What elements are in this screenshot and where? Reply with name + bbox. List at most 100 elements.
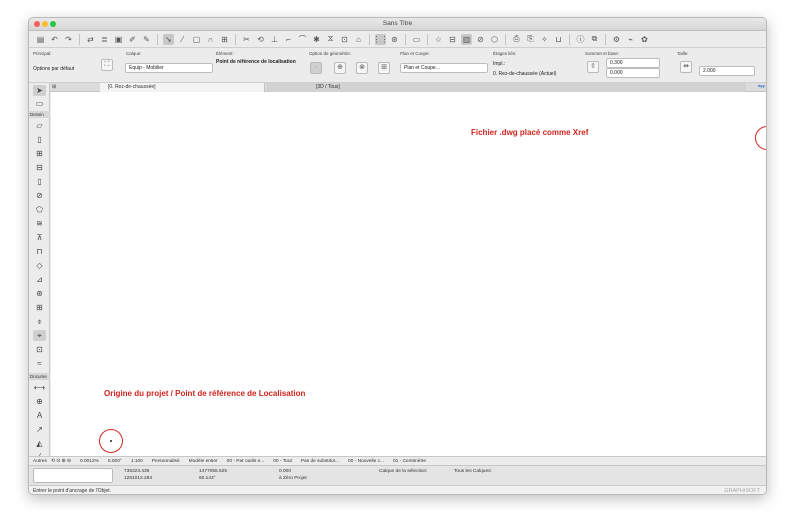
- offset-icon[interactable]: ⟲: [255, 34, 266, 45]
- text-tool-icon[interactable]: A: [33, 410, 46, 421]
- snap-grid-icon[interactable]: ⋮⋮: [373, 33, 389, 45]
- dy-value[interactable]: 1281012.283: [124, 476, 152, 481]
- column-tool-icon[interactable]: ▯: [33, 134, 46, 145]
- da-value[interactable]: 60.143°: [199, 476, 216, 481]
- publish-icon[interactable]: ⎙: [511, 34, 522, 45]
- morph-tool-icon[interactable]: ◇: [33, 260, 46, 271]
- zone-tool-icon[interactable]: ⊛: [33, 288, 46, 299]
- tab-options-icon[interactable]: ⇆▾: [750, 83, 766, 92]
- geometry-box-icon[interactable]: ⊞: [378, 62, 390, 74]
- wall-tool-icon[interactable]: ▱: [33, 120, 46, 131]
- trim-icon[interactable]: ⊥: [269, 34, 280, 45]
- dimension-value[interactable]: 01 - Centimètre: [393, 459, 426, 464]
- geometry-point-icon[interactable]: ·: [310, 62, 322, 74]
- arrow-tool-icon[interactable]: ➘: [163, 33, 174, 45]
- principal-value[interactable]: Options par défaut: [33, 66, 74, 72]
- layers-icon[interactable]: ≣: [99, 34, 110, 45]
- arrow-tool-icon[interactable]: ➤: [33, 85, 46, 96]
- lamp-tool-icon[interactable]: ⌽: [33, 316, 46, 327]
- scale-value[interactable]: 1:100: [131, 459, 143, 464]
- coord-tools[interactable]: [33, 468, 113, 483]
- settings-icon[interactable]: ⚙: [611, 34, 622, 45]
- dz-value[interactable]: 0.000: [279, 469, 291, 474]
- label-tool-icon[interactable]: ↗: [33, 424, 46, 435]
- shell-tool-icon[interactable]: ≋: [33, 218, 46, 229]
- skylight-tool-icon[interactable]: ⊼: [33, 232, 46, 243]
- navigator-icon[interactable]: ⊟: [447, 34, 458, 45]
- sommet-base-field[interactable]: 0.000: [606, 68, 660, 78]
- tab-floor-plan[interactable]: [0. Rez-de-chaussée]: [100, 83, 265, 92]
- taille-field[interactable]: 2.000: [699, 66, 755, 76]
- slab-tool-icon[interactable]: ⊟: [33, 162, 46, 173]
- dr-value[interactable]: 1477055.525: [199, 469, 227, 474]
- dx-value[interactable]: 735323.436: [124, 469, 149, 474]
- geometry-rotate-icon[interactable]: ⊕: [334, 62, 346, 74]
- location-point-tool-icon[interactable]: ⌖: [33, 330, 46, 341]
- view-icon[interactable]: ▣: [113, 34, 124, 45]
- angle-value[interactable]: 0.000°: [108, 459, 122, 464]
- teamwork-icon[interactable]: ⇄: [85, 34, 96, 45]
- plan-button[interactable]: Plan et Coupe...: [400, 63, 488, 73]
- fill-tool-icon[interactable]: ◭: [33, 438, 46, 449]
- print-icon[interactable]: ⎘: [525, 34, 536, 45]
- curtain-wall-tool-icon[interactable]: ⊓: [33, 246, 46, 257]
- renovation-value[interactable]: 00 - Nouvelle c...: [348, 459, 384, 464]
- eyedropper-icon[interactable]: ✐: [127, 34, 138, 45]
- object-tool-icon[interactable]: ⊿: [33, 274, 46, 285]
- stair-tool-icon[interactable]: ▯: [33, 176, 46, 187]
- beam-tool-icon[interactable]: ⊞: [33, 148, 46, 159]
- rect-select-icon[interactable]: ▢: [191, 34, 202, 45]
- railing-tool-icon[interactable]: ⊘: [33, 190, 46, 201]
- sommet-top-field[interactable]: 0.300: [606, 58, 660, 68]
- explode-icon[interactable]: ✱: [311, 34, 322, 45]
- render-icon[interactable]: ✧: [539, 34, 550, 45]
- geometry-diagonal-icon[interactable]: ⊗: [356, 62, 368, 74]
- model-value[interactable]: Modèle entier: [189, 459, 218, 464]
- marquee-tool-icon[interactable]: ▭: [33, 98, 46, 109]
- zoom-value[interactable]: 0.0012%: [80, 459, 99, 464]
- etages-value[interactable]: 0. Rez-de-chaussée (Actuel): [493, 71, 556, 77]
- tab-3d[interactable]: [3D / Tous]: [266, 83, 746, 92]
- level-tool-icon[interactable]: ⊕: [33, 396, 46, 407]
- zoom-icons[interactable]: ⟲ ⊙ ⊕ ⊖: [51, 459, 71, 464]
- favorite-icon[interactable]: ☆: [433, 34, 444, 45]
- section-icon[interactable]: ⊘: [475, 34, 486, 45]
- dimension-tool-icon[interactable]: ⟷: [33, 382, 46, 393]
- line-tool-icon[interactable]: ⁄: [177, 34, 188, 45]
- tag-icon[interactable]: ⌁: [625, 34, 636, 45]
- mep-tool-icon[interactable]: ≈: [33, 358, 46, 369]
- fillet-icon[interactable]: ⌒: [297, 34, 308, 45]
- plotter-icon[interactable]: ⊔: [553, 34, 564, 45]
- z-reference[interactable]: à Zéro Projet: [279, 476, 307, 481]
- group-icon[interactable]: ⊡: [339, 34, 350, 45]
- pen-set-value[interactable]: 00 - Tout: [273, 459, 292, 464]
- grid-icon[interactable]: ⊞: [219, 34, 230, 45]
- addons-icon[interactable]: ✿: [639, 34, 650, 45]
- display-icon[interactable]: ▭: [411, 34, 422, 45]
- calque-select[interactable]: Equip - Mobilier: [125, 63, 213, 73]
- struct-value[interactable]: Personnalisé: [152, 459, 180, 464]
- info-icon[interactable]: ⓘ: [575, 34, 586, 45]
- redo-icon[interactable]: ↷: [63, 34, 74, 45]
- scissors-icon[interactable]: ✂: [241, 34, 252, 45]
- opening-tool-icon[interactable]: ⊡: [33, 344, 46, 355]
- suspend-groups-icon[interactable]: ⊛: [389, 34, 400, 45]
- floor-plan-icon[interactable]: ▥: [461, 33, 472, 45]
- mesh-tool-icon[interactable]: ⊞: [33, 302, 46, 313]
- mirror-icon[interactable]: ⧖: [325, 34, 336, 45]
- syringe-icon[interactable]: ✎: [141, 34, 152, 45]
- object-icon[interactable]: ⛶: [101, 59, 113, 71]
- 3d-view-icon[interactable]: ⬡: [489, 34, 500, 45]
- save-icon[interactable]: ▤: [35, 34, 46, 45]
- tab-list-icon[interactable]: ⊞: [50, 83, 60, 92]
- element-value[interactable]: Point de référence de localisation: [216, 59, 296, 65]
- layer-combo-value[interactable]: 00 - Par outils e...: [227, 459, 265, 464]
- drawing-canvas[interactable]: Fichier .dwg placé comme Xref Origine du…: [51, 92, 766, 462]
- magnet-icon[interactable]: ∩: [205, 34, 216, 45]
- lock-icon[interactable]: ⌂: [353, 34, 364, 45]
- substitution-value[interactable]: Pas de substitut...: [301, 459, 339, 464]
- intersect-icon[interactable]: ⌐: [283, 34, 294, 45]
- library-icon[interactable]: ⧉: [589, 34, 600, 45]
- roof-tool-icon[interactable]: ⬠: [33, 204, 46, 215]
- undo-icon[interactable]: ↶: [49, 34, 60, 45]
